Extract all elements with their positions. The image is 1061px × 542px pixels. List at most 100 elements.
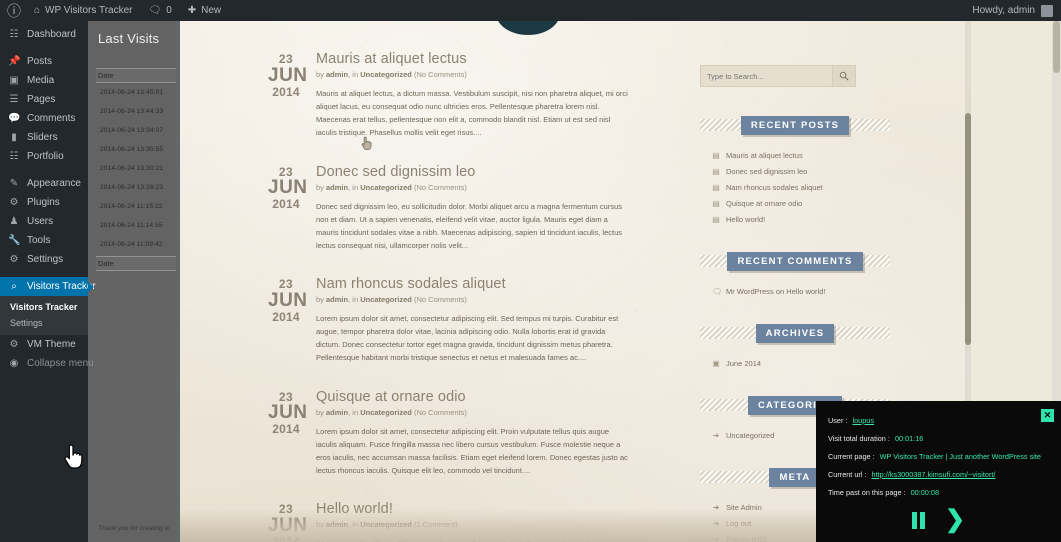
avatar — [1041, 4, 1053, 17]
search-input[interactable] — [700, 65, 832, 87]
tracker-duration-label: Visit total duration : — [828, 433, 890, 443]
tracker-user-value[interactable]: loupus — [852, 416, 874, 425]
table-column-footer[interactable]: Date — [96, 256, 176, 271]
post-author[interactable]: admin — [326, 295, 348, 304]
post-meta-prefix: by — [316, 70, 327, 79]
sidebar-item-label: Settings — [27, 254, 64, 265]
footer-note: Thank you for creating w — [98, 525, 170, 532]
search-icon — [839, 71, 849, 81]
post-title[interactable]: Quisque at ornare odio — [316, 389, 628, 405]
next-arrow-icon[interactable]: ❯ — [945, 508, 965, 532]
widget-title: RECENT COMMENTS — [727, 251, 863, 271]
sidebar-item-portfolio[interactable]: ☷ Portfolio — [0, 147, 88, 166]
post-author[interactable]: admin — [326, 183, 348, 192]
sidebar-item-label: Pages — [27, 94, 56, 105]
post-comments-count[interactable]: (No Comments) — [414, 70, 467, 79]
sidebar-item-users[interactable]: ♟ Users — [0, 212, 88, 231]
gear-icon: ⚙ — [9, 254, 19, 265]
post-author[interactable]: admin — [326, 70, 348, 79]
search-button[interactable] — [832, 65, 856, 87]
widget-title: META — [769, 467, 821, 487]
table-row[interactable]: 2014-06-24 13:45:01 — [96, 83, 176, 102]
pause-icon[interactable] — [911, 511, 925, 529]
portfolio-icon: ☷ — [9, 151, 19, 162]
submenu-item-visitors-tracker[interactable]: Visitors Tracker — [0, 299, 88, 315]
sidebar-item-tools[interactable]: 🔧 Tools — [0, 231, 88, 250]
tracker-current-page-row: Current page : WP Visitors Tracker | Jus… — [828, 447, 1051, 465]
post-icon: ▤ — [712, 182, 720, 192]
post-date-day: 23 — [278, 52, 294, 66]
post-meta-prefix: by — [316, 295, 327, 304]
comments-menu[interactable]: 🗨 0 — [140, 0, 179, 21]
post-item: 23 JUN 2014 Donec sed dignissim leo by a… — [268, 164, 628, 253]
sidebar-item-label: Sliders — [27, 132, 58, 143]
account-menu[interactable]: Howdy, admin — [972, 4, 1061, 17]
sidebar-item-vm-theme[interactable]: ⚙ VM Theme — [0, 335, 88, 354]
table-row[interactable]: 2014-06-24 11:15:22 — [96, 197, 176, 216]
site-name-menu[interactable]: ⌂ WP Visitors Tracker — [26, 0, 140, 21]
sidebar-item-media[interactable]: ▣ Media — [0, 71, 88, 90]
list-item[interactable]: ▤ Mauris at aliquet lectus — [712, 147, 890, 163]
sidebar-item-posts[interactable]: 📌 Posts — [0, 52, 88, 71]
tracker-current-url-value[interactable]: http://ks3000387.kimsufi.com/~visitort/ — [872, 470, 996, 479]
sidebar-item-label: Portfolio — [27, 151, 64, 162]
close-icon[interactable]: ✕ — [1041, 409, 1054, 422]
tracker-current-page-value: WP Visitors Tracker | Just another WordP… — [879, 451, 1041, 461]
list-item[interactable]: 🗨 Mr WordPress on Hello world! — [712, 283, 890, 299]
post-title[interactable]: Donec sed dignissim leo — [316, 164, 628, 180]
widget-heading: ARCHIVES — [700, 323, 890, 343]
list-item[interactable]: ▣ June 2014 — [712, 355, 890, 371]
post-author[interactable]: admin — [326, 408, 348, 417]
table-row[interactable]: 2014-06-24 11:14:55 — [96, 216, 176, 235]
post-category[interactable]: Uncategorized — [360, 295, 412, 304]
window-scrollbar-thumb[interactable] — [1053, 21, 1060, 73]
table-row[interactable]: 2014-06-24 13:30:21 — [96, 159, 176, 178]
table-row[interactable]: 2014-06-24 11:09:42 — [96, 235, 176, 254]
tracker-duration-value: 00:01:16 — [894, 433, 924, 443]
list-item[interactable]: ▤ Hello world! — [712, 211, 890, 227]
list-item[interactable]: ▤ Donec sed dignissim leo — [712, 163, 890, 179]
sidebar-item-dashboard[interactable]: ☷ Dashboard — [0, 25, 88, 44]
list-item[interactable]: ▤ Nam rhoncus sodales aliquet — [712, 179, 890, 195]
sidebar-item-comments[interactable]: 💬 Comments — [0, 109, 88, 128]
sidebar-item-plugins[interactable]: ⚙ Plugins — [0, 193, 88, 212]
post-category[interactable]: Uncategorized — [360, 183, 412, 192]
sidebar-item-appearance[interactable]: ✎ Appearance — [0, 174, 88, 193]
sidebar-item-settings[interactable]: ⚙ Settings — [0, 250, 88, 269]
table-row[interactable]: 2014-06-24 13:34:07 — [96, 121, 176, 140]
post-meta: by admin, in Uncategorized (No Comments) — [316, 408, 628, 417]
visitor-tracker-overlay: ✕ User : loupus Visit total duration : 0… — [816, 401, 1061, 542]
post-title[interactable]: Mauris at aliquet lectus — [316, 51, 628, 67]
gear-icon: ⚙ — [9, 339, 19, 350]
list-item[interactable]: ▤ Quisque at ornare odio — [712, 195, 890, 211]
sidebar-item-label: Comments — [27, 113, 76, 124]
post-category[interactable]: Uncategorized — [360, 70, 412, 79]
widget-heading: RECENT POSTS — [700, 115, 890, 135]
post-date: 23 JUN 2014 — [268, 389, 307, 478]
submenu-item-settings[interactable]: Settings — [0, 315, 88, 331]
post-comments-count[interactable]: (No Comments) — [414, 295, 467, 304]
collapse-menu-button[interactable]: ◉ Collapse menu — [0, 354, 94, 373]
sidebar-item-sliders[interactable]: ▮ Sliders — [0, 128, 88, 147]
comment-bubble-icon: 💬 — [8, 113, 21, 124]
screen: 23 JUN 2014 Mauris at aliquet lectus by … — [0, 0, 1061, 542]
menu-separator — [0, 166, 88, 174]
wordpress-logo-icon[interactable]: ⓘ — [0, 4, 26, 18]
sidebar-item-label: Media — [27, 75, 55, 86]
paintbrush-icon: ✎ — [9, 178, 19, 189]
table-column-header[interactable]: Date — [96, 68, 176, 83]
post-meta: by admin, in Uncategorized (No Comments) — [316, 295, 628, 304]
post-comments-count[interactable]: (No Comments) — [414, 183, 467, 192]
new-content-menu[interactable]: ✚ New — [180, 0, 229, 21]
table-row[interactable]: 2014-06-24 13:26:23 — [96, 178, 176, 197]
post-date-month: JUN — [268, 64, 308, 86]
sidebar-item-visitors-tracker[interactable]: ⌕ Visitors Tracker — [0, 277, 96, 296]
post-comments-count[interactable]: (No Comments) — [414, 408, 467, 417]
table-row[interactable]: 2014-06-24 13:30:55 — [96, 140, 176, 159]
sidebar-item-pages[interactable]: ☰ Pages — [0, 90, 88, 109]
post-excerpt: Lorem ipsum dolor sit amet, consectetur … — [316, 314, 619, 363]
post-category[interactable]: Uncategorized — [360, 408, 412, 417]
post-title[interactable]: Nam rhoncus sodales aliquet — [316, 276, 628, 292]
preview-scrollbar-thumb[interactable] — [965, 113, 971, 345]
table-row[interactable]: 2014-06-24 13:44:33 — [96, 102, 176, 121]
